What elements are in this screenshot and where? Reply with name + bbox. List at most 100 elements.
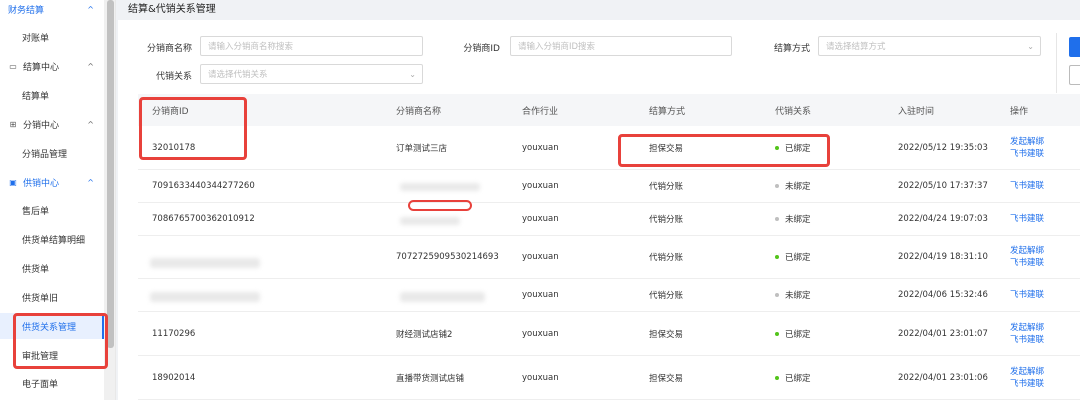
chevron-down-icon: ⌄ [1027,41,1034,51]
cell-distributor-id: 32010178 [152,143,196,153]
sidebar-item-reconciliation[interactable]: 对账单 [0,24,104,50]
cell-actions: 发起解绑 飞书建联 [1010,356,1044,399]
sidebar-group-supply[interactable]: ▣ 供销中心 ^ [0,169,104,195]
sidebar-item-label: 电子面单 [22,379,59,390]
sidebar-item-supply-settle-detail[interactable]: 供货单结算明细 [0,226,104,252]
feishu-contact-link[interactable]: 飞书建联 [1010,213,1044,225]
reset-button[interactable] [1069,65,1080,85]
status-dot-icon [775,184,779,188]
sidebar-item-supply-order[interactable]: 供货单 [0,255,104,281]
cell-join-time: 2022/05/12 19:35:03 [898,143,988,153]
col-actions: 操作 [1010,106,1029,117]
relation-status: 已绑定 [785,144,811,154]
search-button[interactable] [1069,37,1080,57]
feishu-contact-link[interactable]: 飞书建联 [1010,257,1044,269]
chevron-up-icon: ^ [87,177,94,187]
cell-actions: 发起解绑 飞书建联 [1010,127,1044,169]
table-row: 7072725909530214693 youxuan 代销分账 已绑定 2022/04… [138,236,1080,279]
cell-distributor-id: 18902014 [152,372,196,383]
redacted-id [150,258,260,268]
sidebar-item-label: 对账单 [22,33,50,44]
chevron-up-icon: ^ [87,61,94,71]
sidebar-item-label: 供货单旧 [22,293,59,304]
cell-actions: 飞书建联 [1010,170,1044,202]
feishu-contact-link[interactable]: 飞书建联 [1010,148,1044,160]
sidebar-group-label: 结算中心 [23,62,60,73]
unbind-link[interactable]: 发起解绑 [1010,366,1044,378]
cell-join-time: 2022/05/10 17:37:37 [898,181,988,191]
cell-join-time: 2022/04/01 23:01:06 [898,372,988,383]
sidebar-item-approval[interactable]: 审批管理 [0,342,104,368]
cell-industry: youxuan [522,252,559,262]
table-row: 7091633440344277260 youxuan 代销分账 未绑定 2022/05… [138,170,1080,203]
status-dot-icon [775,146,779,150]
cell-actions: 飞书建联 [1010,279,1044,311]
sidebar-item-label: 供货单 [22,264,50,275]
sidebar-item-settlement-sheet[interactable]: 结算单 [0,82,104,108]
cell-industry: youxuan [522,181,559,191]
redacted-id [150,292,260,302]
cell-distributor-id: 7091633440344277260 [152,181,255,191]
feishu-contact-link[interactable]: 飞书建联 [1010,334,1044,346]
chevron-down-icon: ⌄ [409,69,416,79]
cell-industry: youxuan [522,290,559,300]
cell-consign-relation: 已绑定 [775,236,811,278]
unbind-link[interactable]: 发起解绑 [1010,136,1044,148]
consign-relation-label: 代销关系 [155,72,192,82]
table-row: 11170296 财经测试店铺2 youxuan 担保交易 已绑定 2022/04/01 … [138,312,1080,356]
sidebar-item-product-management[interactable]: 分销品管理 [0,140,104,166]
status-dot-icon [775,217,779,221]
consign-relation-select[interactable]: 请选择代销关系 ⌄ [200,64,423,84]
cell-actions: 发起解绑 飞书建联 [1010,312,1044,355]
status-dot-icon [775,375,779,380]
feishu-contact-link[interactable]: 飞书建联 [1010,378,1044,390]
relation-status: 已绑定 [785,373,811,384]
supply-icon: ▣ [9,177,17,187]
col-consign-relation: 代销关系 [775,106,812,117]
sidebar-group-finance[interactable]: 财务结算 ^ [0,0,104,22]
relation-status: 已绑定 [785,253,811,263]
cell-consign-relation: 未绑定 [775,203,811,235]
unbind-link[interactable]: 发起解绑 [1010,245,1044,257]
cell-consign-relation: 已绑定 [775,312,811,355]
settle-method-label: 结算方式 [773,44,810,54]
col-distributor-id: 分销商ID [152,106,189,117]
sidebar-item-label: 售后单 [22,206,50,217]
col-distributor-name: 分销商名称 [396,106,442,117]
cell-industry: youxuan [522,214,559,224]
sidebar-item-after-sales[interactable]: 售后单 [0,197,104,223]
sidebar-group-label: 分销中心 [23,120,60,131]
status-dot-icon [775,255,779,259]
cell-industry: youxuan [522,328,559,339]
distributor-name-input[interactable]: 请输入分销商名称搜索 [200,36,423,56]
cell-distributor-name: 7072725909530214693 [396,252,499,262]
distributor-id-input[interactable]: 请输入分销商ID搜索 [510,36,732,56]
redacted-name [400,217,460,225]
cell-settle-method: 代销分账 [649,215,684,225]
feishu-contact-link[interactable]: 飞书建联 [1010,180,1044,192]
sidebar-scrollbar-thumb[interactable] [107,0,114,348]
sidebar-item-label: 供货单结算明细 [22,235,86,246]
cell-join-time: 2022/04/01 23:01:07 [898,328,988,339]
cell-settle-method: 担保交易 [649,329,684,340]
sidebar-item-supply-order-old[interactable]: 供货单旧 [0,284,104,310]
relation-status: 未绑定 [785,182,811,192]
sidebar-group-distribution[interactable]: ⊞ 分销中心 ^ [0,111,104,137]
page-title: 结算&代销关系管理 [128,4,216,15]
cell-industry: youxuan [522,143,559,153]
settle-method-select[interactable]: 请选择结算方式 ⌄ [818,36,1041,56]
cell-consign-relation: 已绑定 [775,127,811,169]
cell-consign-relation: 未绑定 [775,279,811,311]
col-join-time: 入驻时间 [898,106,935,117]
sidebar-group-settlement[interactable]: ▭ 结算中心 ^ [0,53,104,79]
sidebar-item-supply-relation[interactable]: 供货关系管理 [0,313,104,339]
table-header: 分销商ID 分销商名称 合作行业 结算方式 代销关系 入驻时间 操作 [138,94,1080,126]
status-dot-icon [775,293,779,297]
cell-settle-method: 担保交易 [649,373,684,384]
table-row: 32010178 订单测试三店 youxuan 担保交易 已绑定 2022/05/12 1… [138,127,1080,170]
status-dot-icon [775,331,779,336]
unbind-link[interactable]: 发起解绑 [1010,322,1044,334]
sidebar-item-waybill[interactable]: 电子面单 [0,370,104,396]
feishu-contact-link[interactable]: 飞书建联 [1010,289,1044,301]
cell-join-time: 2022/04/24 19:07:03 [898,214,988,224]
